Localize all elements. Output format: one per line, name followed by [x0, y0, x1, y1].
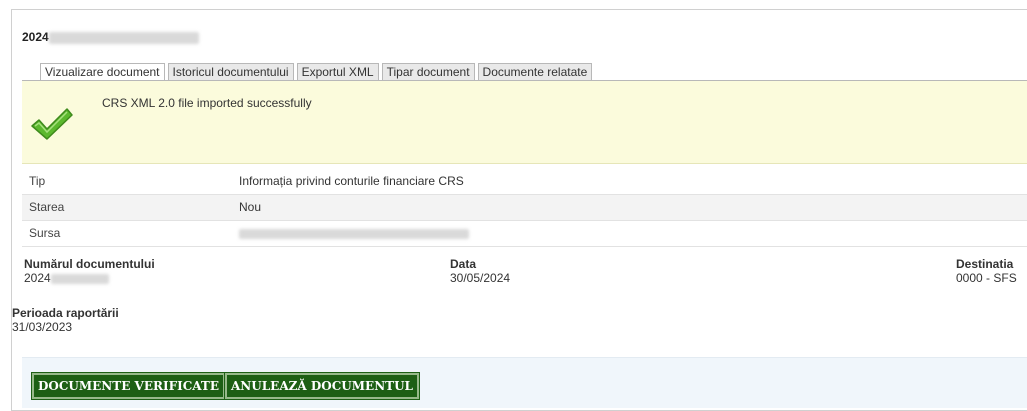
info-row-starea: Starea Nou [22, 194, 1027, 220]
info-label: Tip [29, 173, 46, 188]
success-banner: CRS XML 2.0 file imported successfully [22, 81, 1027, 164]
numar-value-prefix: 2024 [24, 271, 51, 285]
tab-tipar-document[interactable]: Tipar document [381, 63, 475, 81]
document-info-table: Tip Informația privind conturile financi… [22, 168, 1027, 247]
checkmark-icon [31, 108, 73, 140]
perioada-value: 31/03/2023 [12, 320, 73, 334]
numar-documentului: Numărul documentului 2024 [24, 257, 155, 285]
destinatia-label: Destinatia [956, 257, 1014, 271]
info-row-sursa: Sursa [22, 220, 1027, 246]
info-label: Sursa [29, 226, 61, 240]
action-bar: DOCUMENTE VERIFICATE ANULEAZĂ DOCUMENTUL [22, 357, 1027, 408]
documente-verificate-button[interactable]: DOCUMENTE VERIFICATE [31, 372, 226, 400]
document-panel: 2024 Vizualizare document Istoricul docu… [11, 9, 1027, 411]
data-label: Data [450, 257, 477, 271]
document-title-prefix: 2024 [22, 30, 49, 44]
numar-value: 2024 [24, 271, 155, 285]
numar-label: Numărul documentului [24, 257, 155, 271]
redacted-number [50, 273, 109, 284]
document-tabs: Vizualizare document Istoricul documentu… [40, 63, 593, 82]
redacted-title [48, 31, 199, 44]
redacted-source [239, 228, 469, 239]
info-row-tip: Tip Informația privind conturile financi… [22, 168, 1027, 194]
tab-exportul-xml[interactable]: Exportul XML [296, 63, 379, 81]
tab-documente-relatate[interactable]: Documente relatate [477, 63, 593, 81]
destinatia-value: 0000 - SFS [956, 271, 1017, 285]
perioada-label: Perioada raportării [12, 306, 119, 320]
perioada-raportarii: Perioada raportării 31/03/2023 [12, 306, 119, 334]
data-value: 30/05/2024 [450, 271, 511, 285]
info-value: Nou [239, 200, 262, 214]
destinatia-field: Destinatia 0000 - SFS [956, 257, 1017, 285]
anuleaza-documentul-button[interactable]: ANULEAZĂ DOCUMENTUL [224, 372, 420, 400]
document-title: 2024 [22, 30, 199, 44]
success-message: CRS XML 2.0 file imported successfully [102, 96, 312, 110]
info-label: Starea [29, 200, 65, 214]
info-value-redacted [238, 220, 1027, 246]
info-value: Informația privind conturile financiare … [239, 173, 464, 188]
data-field: Data 30/05/2024 [450, 257, 510, 285]
tab-istoricul-documentului[interactable]: Istoricul documentului [167, 63, 294, 81]
